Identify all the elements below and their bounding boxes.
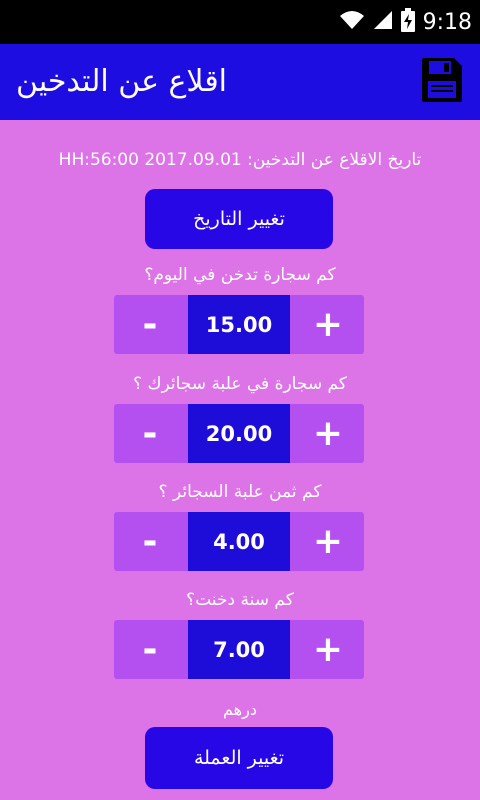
currency-label: درهم <box>223 700 257 719</box>
increment-button[interactable]: + <box>292 512 364 571</box>
clock: 9:18 <box>422 9 472 35</box>
decrement-button[interactable]: - <box>114 620 186 679</box>
change-date-button[interactable]: تغيير التاريخ <box>145 189 333 249</box>
decrement-button[interactable]: - <box>114 512 186 571</box>
question-cigarettes-per-pack: كم سجارة في علبة سجائرك ؟ <box>133 374 347 394</box>
cigarettes-per-day-stepper: - 15.00 + <box>114 295 364 354</box>
app-title: اقلاع عن التدخين <box>16 64 227 99</box>
increment-button[interactable]: + <box>292 404 364 463</box>
pack-price-stepper: - 4.00 + <box>114 512 364 571</box>
years-smoked-stepper: - 7.00 + <box>114 620 364 679</box>
question-pack-price: كم ثمن علبة السجائر ؟ <box>158 482 322 502</box>
save-button[interactable] <box>416 56 468 108</box>
pack-price-value[interactable]: 4.00 <box>188 512 290 571</box>
decrement-button[interactable]: - <box>114 295 186 354</box>
cigarettes-per-day-value[interactable]: 15.00 <box>188 295 290 354</box>
years-smoked-value[interactable]: 7.00 <box>188 620 290 679</box>
increment-button[interactable]: + <box>292 295 364 354</box>
status-icons: 9:18 <box>339 0 472 44</box>
decrement-button[interactable]: - <box>114 404 186 463</box>
cigarettes-per-pack-value[interactable]: 20.00 <box>188 404 290 463</box>
quit-date-text: تاريخ الاقلاع عن التدخين: 2017.09.01 HH:… <box>58 150 422 170</box>
increment-button[interactable]: + <box>292 620 364 679</box>
question-years-smoked: كم سنة دخنت؟ <box>186 590 294 610</box>
battery-charging-icon <box>400 8 415 36</box>
signal-icon <box>373 10 393 34</box>
save-icon <box>422 58 462 106</box>
question-cigarettes-per-day: كم سجارة تدخن في اليوم؟ <box>144 265 336 285</box>
wifi-icon <box>339 10 365 34</box>
status-bar: 9:18 <box>0 0 480 44</box>
change-currency-button[interactable]: تغيير العملة <box>145 727 333 789</box>
app-bar: اقلاع عن التدخين <box>0 44 480 120</box>
cigarettes-per-pack-stepper: - 20.00 + <box>114 404 364 463</box>
